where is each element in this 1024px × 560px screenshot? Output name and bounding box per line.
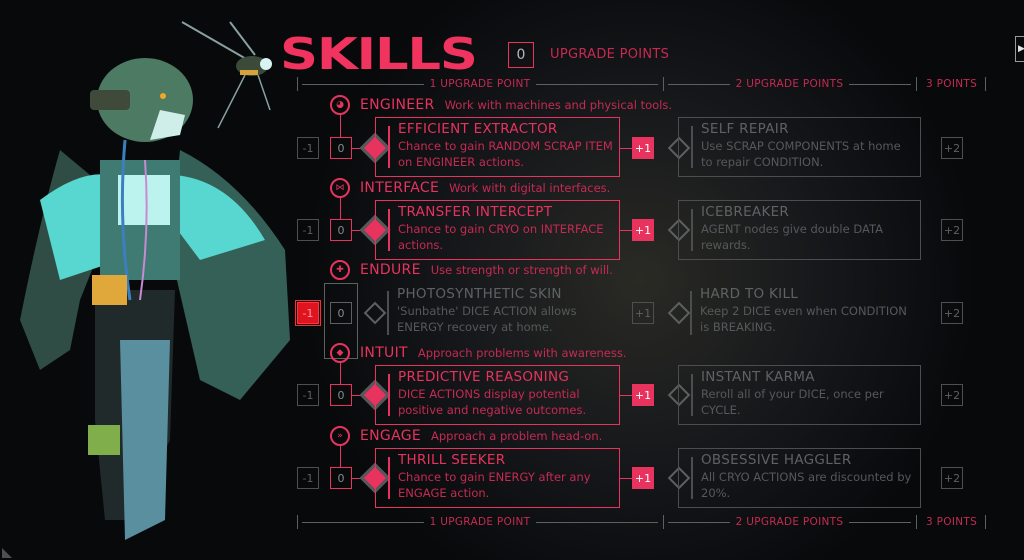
upgrade-tier1-button[interactable]: +1 [632,302,654,324]
category-name: ENGAGE [360,428,421,444]
tier1-label: 1 UPGRADE POINT [429,78,531,90]
level-counter: 0 [330,219,352,241]
upgrade-tier1-button[interactable]: +1 [632,384,654,406]
upgrade-points-label: UPGRADE POINTS [550,47,670,62]
skill-description: AGENT nodes give double DATA rewards. [701,222,883,252]
category-name: INTUIT [360,345,408,361]
category-name: INTERFACE [360,180,440,196]
decrease-button[interactable]: -1 [297,384,319,406]
category-name: ENDURE [360,262,421,278]
eye-diamond-icon: ◆ [330,343,350,363]
skill-card-transfer-intercept[interactable]: TRANSFER INTERCEPT Chance to gain CRYO o… [375,200,620,260]
skill-card-obsessive-haggler[interactable]: OBSESSIVE HAGGLER All CRYO ACTIONS are d… [678,448,921,508]
decrease-button[interactable]: -1 [295,300,321,326]
skill-description: Chance to gain CRYO on INTERFACE actions… [398,222,604,252]
upgrade-tier1-button[interactable]: +1 [632,467,654,489]
gear-wrench-icon: ◕ [330,95,350,115]
skill-name: TRANSFER INTERCEPT [398,204,553,220]
skill-card-hard-to-kill[interactable]: HARD TO KILL Keep 2 DICE even when CONDI… [678,283,921,343]
skill-name: HARD TO KILL [700,286,799,302]
next-page-button[interactable]: ▶ [1015,36,1024,62]
skill-name: ICEBREAKER [701,204,790,220]
skill-description: All CRYO ACTIONS are discounted by 20%. [701,470,912,500]
upgrade-tier1-button[interactable]: +1 [632,219,654,241]
decrease-button[interactable]: -1 [297,137,319,159]
tier3-label-bottom: 3 POINTS [926,516,978,528]
tier-ruler-top: 1 UPGRADE POINT 2 UPGRADE POINTS 3 POINT… [0,77,1024,91]
tier1-label-bottom: 1 UPGRADE POINT [429,516,531,528]
upgrade-tier2-button[interactable]: +2 [941,137,963,159]
skill-name: PHOTOSYNTHETIC SKIN [397,286,562,302]
skill-card-self-repair[interactable]: SELF REPAIR Use SCRAP COMPONENTS at home… [678,117,921,177]
skill-name: THRILL SEEKER [398,452,506,468]
corner-indicator [2,548,12,558]
cross-icon: ✚ [330,260,350,280]
category-description: Work with digital interfaces. [449,181,611,195]
skill-description: DICE ACTIONS display potential positive … [398,387,587,417]
skill-name: EFFICIENT EXTRACTOR [398,121,558,137]
skill-card-photosynthetic-skin[interactable]: PHOTOSYNTHETIC SKIN 'Sunbathe' DICE ACTI… [375,283,620,343]
skill-description: Keep 2 DICE even when CONDITION is BREAK… [700,304,907,334]
skill-card-efficient-extractor[interactable]: EFFICIENT EXTRACTOR Chance to gain RANDO… [375,117,620,177]
level-counter: 0 [330,384,352,406]
skill-card-predictive-reasoning[interactable]: PREDICTIVE REASONING DICE ACTIONS displa… [375,365,620,425]
skill-card-icebreaker[interactable]: ICEBREAKER AGENT nodes give double DATA … [678,200,921,260]
skill-card-thrill-seeker[interactable]: THRILL SEEKER Chance to gain ENERGY afte… [375,448,620,508]
category-name: ENGINEER [360,97,435,113]
skill-name: INSTANT KARMA [701,369,815,385]
skill-card-instant-karma[interactable]: INSTANT KARMA Reroll all of your DICE, o… [678,365,921,425]
skill-description: Chance to gain RANDOM SCRAP ITEM on ENGI… [398,139,613,169]
level-counter: 0 [330,467,352,489]
skill-description: 'Sunbathe' DICE ACTION allows ENERGY rec… [397,304,577,334]
upgrade-tier2-button[interactable]: +2 [941,219,963,241]
upgrade-tier2-button[interactable]: +2 [941,302,963,324]
skill-description: Use SCRAP COMPONENTS at home to repair C… [701,139,901,169]
fast-forward-icon: » [330,426,350,446]
upgrade-tier1-button[interactable]: +1 [632,137,654,159]
page-title: SKILLS [280,29,478,80]
tier3-label: 3 POINTS [926,78,978,90]
skill-name: PREDICTIVE REASONING [398,369,570,385]
bowtie-icon: ⋈ [330,178,350,198]
tier-ruler-bottom: 1 UPGRADE POINT 2 UPGRADE POINTS 3 POINT… [0,515,1024,529]
category-description: Approach problems with awareness. [417,346,627,360]
tier2-label-bottom: 2 UPGRADE POINTS [735,516,844,528]
skill-name: SELF REPAIR [701,121,789,137]
category-description: Approach a problem head-on. [431,429,603,443]
skill-description: Reroll all of your DICE, once per CYCLE. [701,387,884,417]
level-counter: 0 [330,302,352,324]
decrease-button[interactable]: -1 [297,467,319,489]
upgrade-tier2-button[interactable]: +2 [941,384,963,406]
skill-name: OBSESSIVE HAGGLER [701,452,852,468]
level-counter: 0 [330,137,352,159]
character-figure [20,58,290,540]
play-arrow-icon: ▶ [1018,44,1024,54]
decrease-button[interactable]: -1 [297,219,319,241]
drone-illustration [181,21,272,129]
category-description: Work with machines and physical tools. [444,98,673,112]
skill-description: Chance to gain ENERGY after any ENGAGE a… [398,470,591,500]
tier2-label: 2 UPGRADE POINTS [735,78,844,90]
category-description: Use strength or strength of will. [430,263,613,277]
upgrade-tier2-button[interactable]: +2 [941,467,963,489]
upgrade-points-counter: 0 [508,42,534,68]
